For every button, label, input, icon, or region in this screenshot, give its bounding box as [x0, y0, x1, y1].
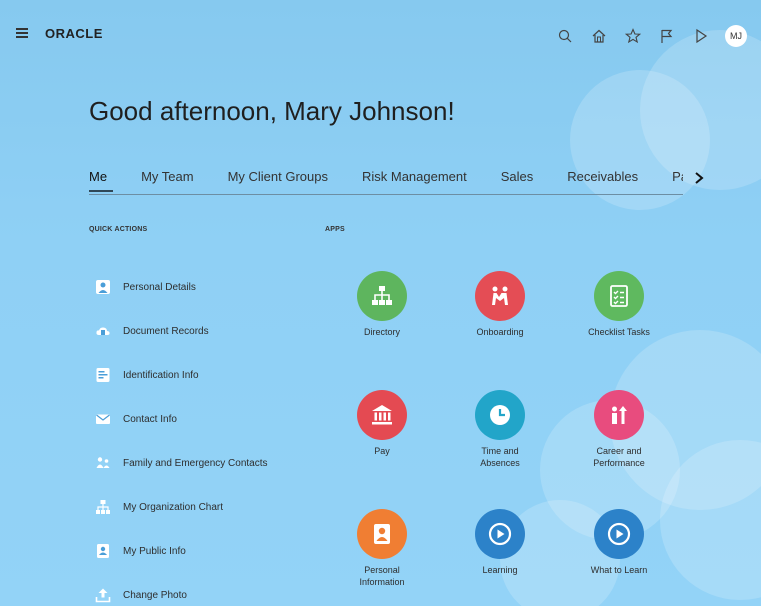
app-label: Directory — [363, 327, 400, 337]
career-icon — [594, 390, 644, 440]
search-icon[interactable] — [557, 28, 573, 44]
flag-icon[interactable] — [659, 28, 675, 44]
quick-action-change-photo[interactable]: Change Photo — [95, 573, 268, 606]
quick-action-family-emergency-contacts[interactable]: Family and Emergency Contacts — [95, 441, 268, 485]
quick-action-label: My Organization Chart — [123, 501, 224, 513]
tab-me[interactable]: Me — [89, 169, 114, 192]
bank-icon — [357, 390, 407, 440]
checklist-icon — [594, 271, 644, 321]
public-info-icon — [95, 543, 111, 559]
app-label: Learning — [482, 565, 518, 575]
oracle-logo: ORACLE — [45, 26, 103, 41]
quick-action-label: Change Photo — [123, 589, 187, 601]
upload-icon — [95, 587, 111, 603]
clock-icon — [475, 390, 525, 440]
app-career-and-performance[interactable]: Career and Performance — [569, 390, 669, 469]
app-time-and-absences[interactable]: Time and Absences — [450, 390, 550, 469]
envelope-icon — [95, 411, 111, 427]
app-personal-information[interactable]: Personal Information — [332, 509, 432, 588]
app-label: What to Learn — [590, 565, 648, 575]
quick-action-my-organization-chart[interactable]: My Organization Chart — [95, 485, 268, 529]
app-label: Checklist Tasks — [588, 327, 650, 337]
star-icon[interactable] — [625, 28, 641, 44]
tab-my-team[interactable]: My Team — [141, 169, 194, 191]
avatar[interactable]: MJ — [725, 25, 747, 47]
person-icon — [95, 279, 111, 295]
quick-action-personal-details[interactable]: Personal Details — [95, 265, 268, 309]
play-circle-icon — [594, 509, 644, 559]
app-learning[interactable]: Learning — [450, 509, 550, 576]
quick-action-identification-info[interactable]: Identification Info — [95, 353, 268, 397]
app-label: Time and Absences — [480, 446, 520, 468]
quick-actions-title: QUICK ACTIONS — [89, 226, 148, 233]
onboarding-icon — [475, 271, 525, 321]
app-onboarding[interactable]: Onboarding — [450, 271, 550, 338]
top-bar: ORACLE MJ — [0, 0, 761, 68]
quick-action-label: Document Records — [123, 325, 209, 337]
hamburger-menu-icon[interactable] — [16, 28, 28, 38]
quick-actions-list: Personal Details Document Records Identi… — [95, 265, 268, 606]
quick-action-label: Contact Info — [123, 413, 177, 425]
app-label: Personal Information — [359, 565, 405, 587]
greeting-title: Good afternoon, Mary Johnson! — [89, 96, 455, 126]
app-pay[interactable]: Pay — [332, 390, 432, 457]
play-icon[interactable] — [693, 28, 709, 44]
app-what-to-learn[interactable]: What to Learn — [569, 509, 669, 576]
family-icon — [95, 455, 111, 471]
tab-risk-management[interactable]: Risk Management — [362, 169, 467, 191]
apps-title: APPS — [325, 226, 345, 233]
document-cloud-icon — [95, 323, 111, 339]
quick-action-label: My Public Info — [123, 545, 186, 557]
app-checklist-tasks[interactable]: Checklist Tasks — [569, 271, 669, 338]
quick-action-my-public-info[interactable]: My Public Info — [95, 529, 268, 573]
app-label: Pay — [374, 446, 390, 456]
quick-action-document-records[interactable]: Document Records — [95, 309, 268, 353]
tab-my-client-groups[interactable]: My Client Groups — [228, 169, 328, 191]
person-badge-icon — [357, 509, 407, 559]
app-directory[interactable]: Directory — [332, 271, 432, 338]
tab-bar: Me My Team My Client Groups Risk Management… — [89, 168, 683, 195]
play-circle-icon — [475, 509, 525, 559]
app-label: Onboarding — [476, 327, 524, 337]
app-label: Career and Performance — [593, 446, 645, 468]
directory-icon — [357, 271, 407, 321]
quick-action-label: Family and Emergency Contacts — [123, 457, 268, 469]
tab-pay[interactable]: Pay — [672, 169, 683, 191]
quick-action-label: Personal Details — [123, 281, 196, 293]
quick-action-contact-info[interactable]: Contact Info — [95, 397, 268, 441]
quick-action-label: Identification Info — [123, 369, 199, 381]
tab-receivables[interactable]: Receivables — [567, 169, 638, 191]
home-icon[interactable] — [591, 28, 607, 44]
org-chart-icon — [95, 499, 111, 515]
tab-sales[interactable]: Sales — [501, 169, 534, 191]
chevron-right-icon[interactable] — [693, 171, 705, 185]
id-card-icon — [95, 367, 111, 383]
